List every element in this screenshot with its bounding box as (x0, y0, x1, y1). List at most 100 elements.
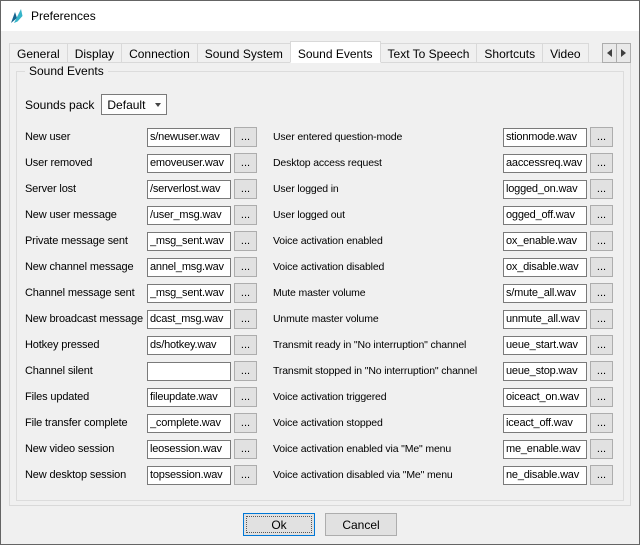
sound-event-input[interactable] (147, 258, 231, 277)
sound-event-row: Transmit stopped in "No interruption" ch… (273, 358, 623, 384)
sound-event-label: Transmit ready in "No interruption" chan… (273, 339, 503, 351)
sound-event-input[interactable] (147, 180, 231, 199)
tab-display[interactable]: Display (67, 43, 122, 63)
sound-event-label: Voice activation disabled via "Me" menu (273, 469, 503, 481)
sound-event-input[interactable] (147, 206, 231, 225)
sound-event-input[interactable] (147, 362, 231, 381)
sound-event-label: Voice activation enabled (273, 235, 503, 247)
browse-button[interactable]: ... (590, 205, 613, 225)
browse-button[interactable]: ... (590, 439, 613, 459)
sound-event-row: New user message... (25, 202, 273, 228)
browse-button[interactable]: ... (234, 179, 257, 199)
browse-button[interactable]: ... (234, 153, 257, 173)
sound-event-input[interactable] (147, 440, 231, 459)
browse-button[interactable]: ... (590, 231, 613, 251)
sound-event-input[interactable] (503, 388, 587, 407)
tab-connection[interactable]: Connection (121, 43, 198, 63)
sound-event-label: Hotkey pressed (25, 339, 147, 351)
scroll-right-icon (621, 49, 626, 57)
browse-button[interactable]: ... (234, 283, 257, 303)
sound-event-label: Channel message sent (25, 287, 147, 299)
sound-event-input[interactable] (503, 258, 587, 277)
sound-event-input[interactable] (503, 466, 587, 485)
browse-button[interactable]: ... (234, 257, 257, 277)
browse-button[interactable]: ... (234, 413, 257, 433)
sound-event-input[interactable] (503, 362, 587, 381)
sound-event-input[interactable] (503, 440, 587, 459)
sound-event-label: File transfer complete (25, 417, 147, 429)
browse-button[interactable]: ... (234, 439, 257, 459)
browse-button[interactable]: ... (234, 231, 257, 251)
sound-event-row: Private message sent... (25, 228, 273, 254)
sound-event-row: Voice activation disabled via "Me" menu.… (273, 462, 623, 488)
sound-event-label: User removed (25, 157, 147, 169)
sound-event-input[interactable] (503, 284, 587, 303)
browse-button[interactable]: ... (590, 465, 613, 485)
sound-event-row: Voice activation enabled... (273, 228, 623, 254)
tab-sound-events[interactable]: Sound Events (290, 41, 381, 63)
sound-event-label: User logged out (273, 209, 503, 221)
browse-button[interactable]: ... (590, 257, 613, 277)
titlebar[interactable]: Preferences (1, 1, 639, 31)
browse-button[interactable]: ... (590, 179, 613, 199)
sound-event-input[interactable] (503, 180, 587, 199)
cancel-button[interactable]: Cancel (325, 513, 397, 536)
ok-button[interactable]: Ok (243, 513, 315, 536)
sound-event-input[interactable] (503, 232, 587, 251)
sound-event-row: Desktop access request... (273, 150, 623, 176)
browse-button[interactable]: ... (590, 127, 613, 147)
sound-event-row: New video session... (25, 436, 273, 462)
sound-event-row: File transfer complete... (25, 410, 273, 436)
browse-button[interactable]: ... (590, 387, 613, 407)
sound-event-input[interactable] (147, 232, 231, 251)
browse-button[interactable]: ... (590, 309, 613, 329)
sound-event-input[interactable] (147, 154, 231, 173)
tab-general[interactable]: General (9, 43, 68, 63)
sound-event-row: New desktop session... (25, 462, 273, 488)
browse-button[interactable]: ... (234, 335, 257, 355)
sound-event-input[interactable] (503, 206, 587, 225)
sound-event-input[interactable] (147, 128, 231, 147)
tab-video[interactable]: Video (542, 43, 588, 63)
sounds-pack-combobox[interactable]: Default (101, 94, 167, 115)
browse-button[interactable]: ... (590, 153, 613, 173)
sound-event-label: New video session (25, 443, 147, 455)
sound-event-row: New channel message... (25, 254, 273, 280)
sound-event-input[interactable] (147, 388, 231, 407)
tab-scrollers (603, 43, 631, 63)
footer-buttons: Ok Cancel (1, 513, 639, 536)
browse-button[interactable]: ... (234, 127, 257, 147)
tab-scroll-right-button[interactable] (616, 43, 631, 63)
tab-sound-system[interactable]: Sound System (197, 43, 291, 63)
tab-scroll-left-button[interactable] (602, 43, 617, 63)
sound-event-input[interactable] (503, 128, 587, 147)
browse-button[interactable]: ... (590, 283, 613, 303)
sound-event-input[interactable] (147, 284, 231, 303)
tab-shortcuts[interactable]: Shortcuts (476, 43, 543, 63)
sound-event-input[interactable] (503, 310, 587, 329)
sound-event-row: User removed... (25, 150, 273, 176)
sound-event-input[interactable] (147, 310, 231, 329)
browse-button[interactable]: ... (234, 361, 257, 381)
sound-event-label: Channel silent (25, 365, 147, 377)
browse-button[interactable]: ... (234, 465, 257, 485)
browse-button[interactable]: ... (234, 205, 257, 225)
sound-event-row: Hotkey pressed... (25, 332, 273, 358)
sound-event-input[interactable] (147, 336, 231, 355)
sound-event-row: New broadcast message... (25, 306, 273, 332)
tab-strip: GeneralDisplayConnectionSound SystemSoun… (9, 41, 603, 63)
browse-button[interactable]: ... (590, 335, 613, 355)
sound-event-input[interactable] (147, 414, 231, 433)
sound-event-input[interactable] (147, 466, 231, 485)
tab-text-to-speech[interactable]: Text To Speech (380, 43, 478, 63)
browse-button[interactable]: ... (590, 413, 613, 433)
sound-event-input[interactable] (503, 414, 587, 433)
browse-button[interactable]: ... (590, 361, 613, 381)
sound-event-input[interactable] (503, 154, 587, 173)
sound-event-label: Unmute master volume (273, 313, 503, 325)
browse-button[interactable]: ... (234, 387, 257, 407)
sound-event-input[interactable] (503, 336, 587, 355)
browse-button[interactable]: ... (234, 309, 257, 329)
sound-event-row: Mute master volume... (273, 280, 623, 306)
window-title: Preferences (31, 9, 96, 23)
